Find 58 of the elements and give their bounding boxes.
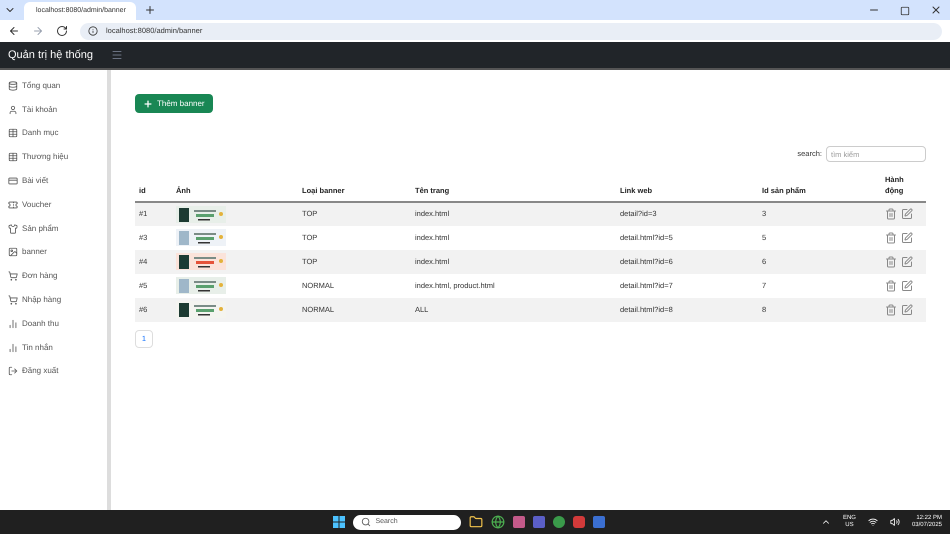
app-icon[interactable] [533, 516, 546, 528]
delete-icon[interactable] [885, 208, 897, 220]
delete-icon[interactable] [885, 256, 897, 268]
back-icon[interactable] [8, 25, 20, 37]
edit-icon[interactable] [901, 304, 913, 316]
logout-icon [8, 366, 18, 376]
close-window-icon[interactable] [930, 4, 942, 16]
info-icon[interactable] [88, 26, 98, 36]
edit-icon[interactable] [901, 256, 913, 268]
database-icon [8, 80, 18, 91]
table-icon [8, 152, 18, 162]
sidebar-item[interactable]: Voucher [0, 192, 107, 217]
brand-title: Quản trị hệ thống [7, 48, 94, 63]
shirt-icon [8, 224, 18, 234]
menu-icon[interactable] [111, 49, 123, 61]
sidebar-item[interactable]: Bài viết [0, 169, 107, 193]
edit-icon[interactable] [901, 280, 913, 292]
sidebar-item[interactable]: Tin nhắn [0, 336, 107, 360]
new-tab-icon[interactable] [144, 4, 156, 16]
network-icon[interactable] [868, 517, 878, 527]
folder-icon[interactable] [469, 515, 484, 529]
sidebar-item[interactable]: Đăng xuất [0, 360, 107, 384]
sidebar-item[interactable]: Nhập hàng [0, 288, 107, 312]
add-banner-button[interactable]: Thêm banner [135, 94, 213, 113]
cart-icon [8, 295, 18, 306]
app-icon[interactable] [553, 516, 566, 528]
user-icon [8, 104, 18, 115]
app-icon[interactable] [593, 516, 606, 528]
sidebar-item[interactable]: Tài khoản [0, 98, 107, 122]
sidebar-item[interactable]: Danh mục [0, 122, 107, 146]
sidebar-item[interactable]: banner [0, 240, 107, 264]
sidebar-item[interactable]: Doanh thu [0, 312, 107, 336]
volume-icon[interactable] [890, 517, 900, 527]
card-icon [8, 176, 18, 186]
delete-icon[interactable] [885, 280, 897, 292]
start-icon[interactable] [333, 516, 346, 528]
reload-icon[interactable] [56, 25, 68, 37]
forward-icon[interactable] [32, 25, 44, 37]
sidebar-item[interactable]: Sản phẩm [0, 216, 107, 241]
delete-icon[interactable] [885, 232, 897, 244]
chart-icon [8, 318, 18, 329]
table-icon [8, 128, 18, 138]
sidebar-item[interactable]: Đơn hàng [0, 264, 107, 288]
search-icon [361, 517, 372, 527]
image-icon [8, 247, 18, 258]
ticket-icon [8, 200, 18, 210]
edit-icon[interactable] [901, 208, 913, 220]
sidebar-item[interactable]: Tổng quan [0, 74, 107, 98]
edit-icon[interactable] [901, 232, 913, 244]
maximize-icon[interactable] [900, 6, 910, 16]
plus-icon [143, 98, 153, 108]
sidebar-item[interactable]: Thương hiệu [0, 145, 107, 170]
browser-icon[interactable] [491, 515, 506, 529]
cart-icon [8, 271, 18, 282]
app-icon[interactable] [513, 516, 526, 528]
delete-icon[interactable] [885, 304, 897, 316]
app-icon[interactable] [573, 516, 586, 528]
chart-icon [8, 342, 18, 353]
